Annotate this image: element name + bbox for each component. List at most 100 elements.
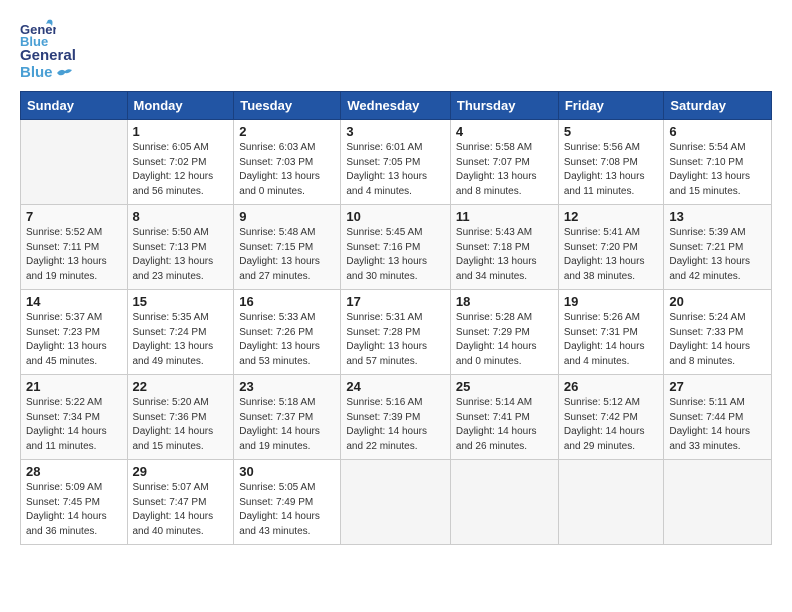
weekday-header-sunday: Sunday [21,92,128,120]
calendar-cell: 9 Sunrise: 5:48 AM Sunset: 7:15 PM Daylig… [234,205,341,290]
calendar-cell: 17Sunrise: 5:31 AM Sunset: 7:28 PM Dayli… [341,290,451,375]
calendar-cell: 15 Sunrise: 5:35 AM Sunset: 7:24 PM Dayli… [127,290,234,375]
day-info: Sunrise: 5:54 AM Sunset: 7:10 PM Dayligh… [669,141,766,199]
calendar-cell: 7 Sunrise: 5:52 AM Sunset: 7:11 PM Daylig… [21,205,128,290]
day-number: 4 [456,124,553,139]
day-info: Sunrise: 6:03 AM Sunset: 7:03 PM Dayligh… [239,141,335,199]
day-number: 2 [239,124,335,139]
calendar-cell: 22 Sunrise: 5:20 AM Sunset: 7:36 PM Dayli… [127,375,234,460]
calendar-cell: 16Sunrise: 5:33 AM Sunset: 7:26 PM Dayli… [234,290,341,375]
day-info: Sunrise: 5:41 AM Sunset: 7:20 PM Dayligh… [564,226,659,284]
day-number: 15 [133,294,229,309]
calendar-cell: 3Sunrise: 6:01 AM Sunset: 7:05 PM Daylig… [341,120,451,205]
calendar-cell: 10 Sunrise: 5:45 AM Sunset: 7:16 PM Dayli… [341,205,451,290]
day-info: Sunrise: 5:09 AM Sunset: 7:45 PM Dayligh… [26,481,122,539]
page-container: General Blue General Blue [0,0,792,555]
day-info: Sunrise: 5:28 AM Sunset: 7:29 PM Dayligh… [456,311,553,369]
calendar-cell: 4 Sunrise: 5:58 AM Sunset: 7:07 PM Daylig… [450,120,558,205]
calendar-cell: 11 Sunrise: 5:43 AM Sunset: 7:18 PM Dayli… [450,205,558,290]
day-number: 8 [133,209,229,224]
day-info: Sunrise: 5:20 AM Sunset: 7:36 PM Dayligh… [133,396,229,454]
day-info: Sunrise: 5:52 AM Sunset: 7:11 PM Dayligh… [26,226,122,284]
day-number: 3 [346,124,445,139]
day-number: 29 [133,464,229,479]
calendar-cell: 13 Sunrise: 5:39 AM Sunset: 7:21 PM Dayli… [664,205,772,290]
day-info: Sunrise: 5:56 AM Sunset: 7:08 PM Dayligh… [564,141,659,199]
day-info: Sunrise: 5:45 AM Sunset: 7:16 PM Dayligh… [346,226,445,284]
day-number: 23 [239,379,335,394]
calendar-cell: 21 Sunrise: 5:22 AM Sunset: 7:34 PM Dayli… [21,375,128,460]
calendar-cell: 12 Sunrise: 5:41 AM Sunset: 7:20 PM Dayli… [558,205,664,290]
week-row-1: 1 Sunrise: 6:05 AM Sunset: 7:02 PM Daylig… [21,120,772,205]
calendar-cell [341,460,451,545]
day-number: 20 [669,294,766,309]
day-number: 14 [26,294,122,309]
calendar-cell: 26Sunrise: 5:12 AM Sunset: 7:42 PM Dayli… [558,375,664,460]
day-number: 19 [564,294,659,309]
calendar-cell: 6 Sunrise: 5:54 AM Sunset: 7:10 PM Daylig… [664,120,772,205]
day-number: 25 [456,379,553,394]
logo-bird-icon [55,66,73,80]
day-info: Sunrise: 5:35 AM Sunset: 7:24 PM Dayligh… [133,311,229,369]
logo: General Blue General Blue [20,16,76,81]
calendar-cell: 28 Sunrise: 5:09 AM Sunset: 7:45 PM Dayli… [21,460,128,545]
header: General Blue General Blue [20,16,772,81]
calendar-cell: 20Sunrise: 5:24 AM Sunset: 7:33 PM Dayli… [664,290,772,375]
day-number: 12 [564,209,659,224]
day-info: Sunrise: 5:33 AM Sunset: 7:26 PM Dayligh… [239,311,335,369]
day-info: Sunrise: 5:16 AM Sunset: 7:39 PM Dayligh… [346,396,445,454]
calendar-cell: 1 Sunrise: 6:05 AM Sunset: 7:02 PM Daylig… [127,120,234,205]
calendar-table: SundayMondayTuesdayWednesdayThursdayFrid… [20,91,772,545]
day-info: Sunrise: 5:37 AM Sunset: 7:23 PM Dayligh… [26,311,122,369]
calendar-cell: 29 Sunrise: 5:07 AM Sunset: 7:47 PM Dayli… [127,460,234,545]
calendar-cell: 30 Sunrise: 5:05 AM Sunset: 7:49 PM Dayli… [234,460,341,545]
day-number: 24 [346,379,445,394]
day-number: 27 [669,379,766,394]
day-number: 13 [669,209,766,224]
calendar-cell: 18 Sunrise: 5:28 AM Sunset: 7:29 PM Dayli… [450,290,558,375]
calendar-cell: 23Sunrise: 5:18 AM Sunset: 7:37 PM Dayli… [234,375,341,460]
day-info: Sunrise: 5:05 AM Sunset: 7:49 PM Dayligh… [239,481,335,539]
day-number: 10 [346,209,445,224]
day-number: 21 [26,379,122,394]
day-info: Sunrise: 5:48 AM Sunset: 7:15 PM Dayligh… [239,226,335,284]
day-number: 11 [456,209,553,224]
calendar-cell: 14 Sunrise: 5:37 AM Sunset: 7:23 PM Dayli… [21,290,128,375]
day-info: Sunrise: 5:07 AM Sunset: 7:47 PM Dayligh… [133,481,229,539]
week-row-5: 28 Sunrise: 5:09 AM Sunset: 7:45 PM Dayli… [21,460,772,545]
day-info: Sunrise: 5:39 AM Sunset: 7:21 PM Dayligh… [669,226,766,284]
day-number: 18 [456,294,553,309]
week-row-3: 14 Sunrise: 5:37 AM Sunset: 7:23 PM Dayli… [21,290,772,375]
calendar-cell: 27Sunrise: 5:11 AM Sunset: 7:44 PM Dayli… [664,375,772,460]
weekday-header-tuesday: Tuesday [234,92,341,120]
day-info: Sunrise: 5:14 AM Sunset: 7:41 PM Dayligh… [456,396,553,454]
day-number: 7 [26,209,122,224]
calendar-cell: 25 Sunrise: 5:14 AM Sunset: 7:41 PM Dayli… [450,375,558,460]
calendar-cell: 5 Sunrise: 5:56 AM Sunset: 7:08 PM Daylig… [558,120,664,205]
calendar-cell: 8Sunrise: 5:50 AM Sunset: 7:13 PM Daylig… [127,205,234,290]
day-number: 28 [26,464,122,479]
day-info: Sunrise: 5:43 AM Sunset: 7:18 PM Dayligh… [456,226,553,284]
weekday-header-wednesday: Wednesday [341,92,451,120]
day-number: 26 [564,379,659,394]
day-info: Sunrise: 5:58 AM Sunset: 7:07 PM Dayligh… [456,141,553,199]
day-number: 22 [133,379,229,394]
day-number: 5 [564,124,659,139]
calendar-cell: 24 Sunrise: 5:16 AM Sunset: 7:39 PM Dayli… [341,375,451,460]
week-row-4: 21 Sunrise: 5:22 AM Sunset: 7:34 PM Dayli… [21,375,772,460]
week-row-2: 7 Sunrise: 5:52 AM Sunset: 7:11 PM Daylig… [21,205,772,290]
weekday-header-friday: Friday [558,92,664,120]
day-number: 9 [239,209,335,224]
weekday-header-thursday: Thursday [450,92,558,120]
day-info: Sunrise: 5:22 AM Sunset: 7:34 PM Dayligh… [26,396,122,454]
calendar-cell [558,460,664,545]
day-number: 6 [669,124,766,139]
weekday-header-saturday: Saturday [664,92,772,120]
weekday-header-row: SundayMondayTuesdayWednesdayThursdayFrid… [21,92,772,120]
day-info: Sunrise: 5:31 AM Sunset: 7:28 PM Dayligh… [346,311,445,369]
day-info: Sunrise: 6:05 AM Sunset: 7:02 PM Dayligh… [133,141,229,199]
calendar-cell [664,460,772,545]
day-number: 30 [239,464,335,479]
day-number: 1 [133,124,229,139]
logo-blue: Blue [20,65,76,82]
